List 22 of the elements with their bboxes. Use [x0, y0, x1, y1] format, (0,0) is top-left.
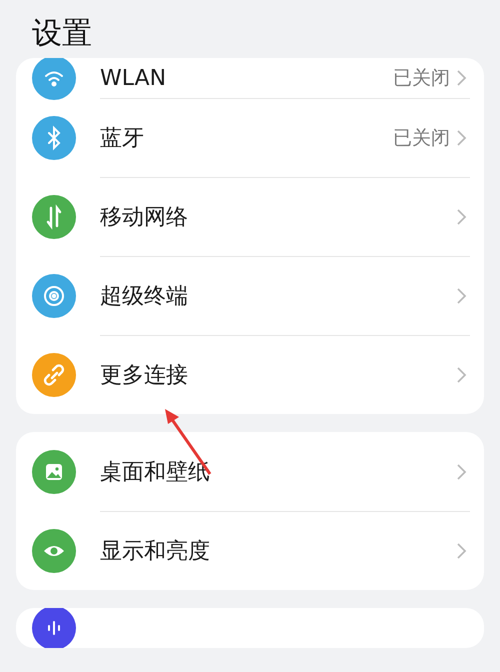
- chevron-icon: [456, 128, 468, 148]
- item-status: 已关闭: [393, 66, 450, 91]
- settings-item[interactable]: WLAN 已关闭: [16, 58, 484, 98]
- settings-item[interactable]: 显示和亮度: [16, 511, 484, 590]
- item-label: 移动网络: [100, 204, 189, 232]
- item-label: 更多连接: [100, 362, 189, 390]
- settings-item[interactable]: 蓝牙 已关闭: [16, 98, 484, 177]
- chevron-icon: [456, 68, 468, 88]
- chevron-icon: [456, 364, 468, 384]
- settings-item[interactable]: 超级终端: [16, 256, 484, 335]
- chevron-icon: [456, 286, 468, 306]
- item-label: 超级终端: [100, 282, 189, 310]
- page-title: 设置: [31, 15, 93, 53]
- chevron-icon: [456, 540, 468, 560]
- settings-item[interactable]: 更多连接: [16, 335, 484, 414]
- item-label: WLAN: [100, 66, 168, 90]
- settings-item[interactable]: 移动网络: [16, 177, 484, 256]
- chevron-icon: [456, 206, 468, 226]
- chevron-icon: [456, 462, 468, 482]
- item-label: 显示和亮度: [100, 538, 211, 566]
- item-label: 蓝牙: [100, 124, 145, 152]
- item-status: 已关闭: [393, 126, 450, 150]
